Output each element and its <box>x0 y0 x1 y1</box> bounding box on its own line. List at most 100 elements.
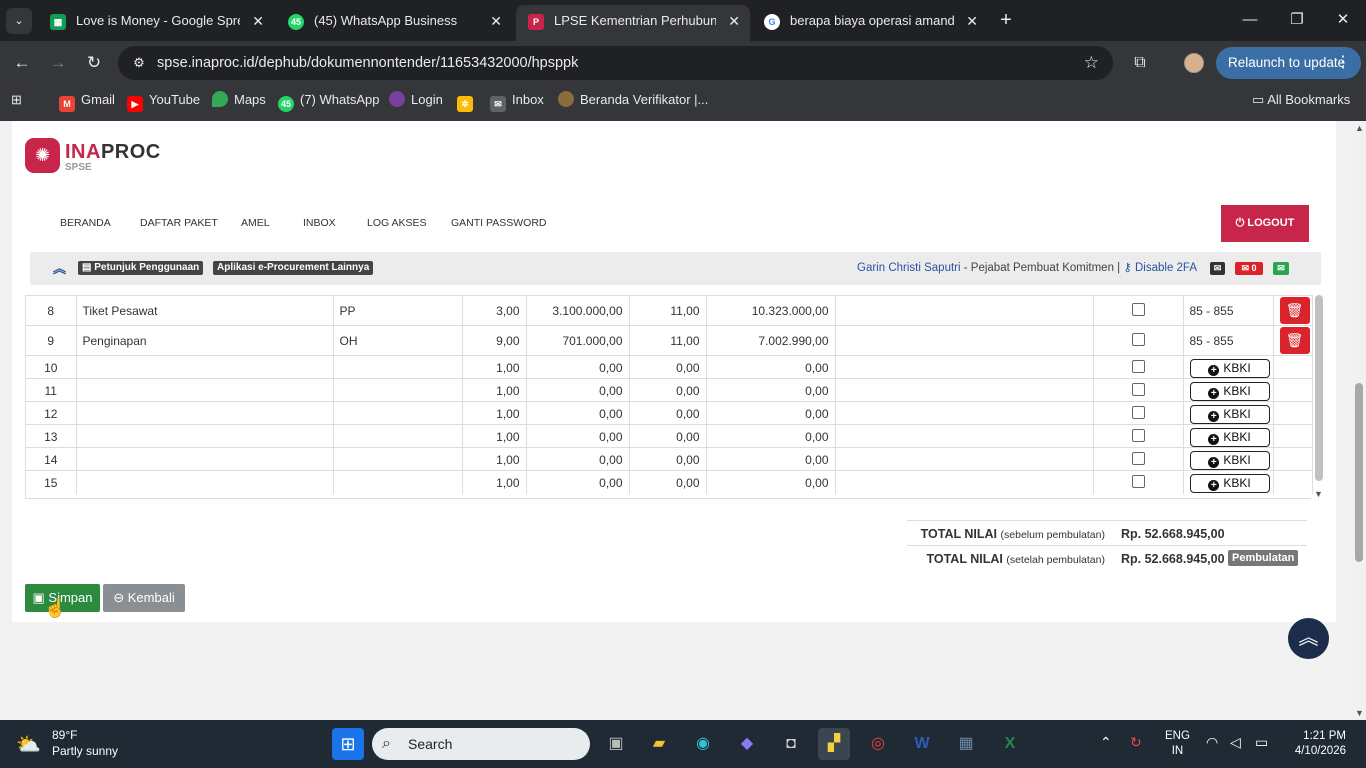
restore-button[interactable]: ❐ <box>1283 8 1311 32</box>
row-checkbox[interactable] <box>1131 360 1145 373</box>
language-indicator[interactable]: ENG IN <box>1165 729 1190 759</box>
apps-grid-icon[interactable]: ⊞ <box>11 85 22 115</box>
tax-cell[interactable]: 0,00 <box>629 447 707 471</box>
page-scroll-thumb[interactable] <box>1355 383 1363 562</box>
camera-icon[interactable]: ◘ <box>775 728 807 760</box>
notes-cell[interactable] <box>835 424 1094 448</box>
nav-amel[interactable]: AMEL <box>241 217 270 229</box>
new-tab-button[interactable]: + <box>994 8 1018 32</box>
task-view-icon[interactable]: ▣ <box>600 728 632 760</box>
row-checkbox[interactable] <box>1131 452 1145 465</box>
bookmark-verifikator[interactable]: Beranda Verifikator |... <box>558 85 708 115</box>
tab-lpse[interactable]: P LPSE Kementrian Perhubungan ✕ <box>516 5 750 41</box>
tax-cell[interactable]: 0,00 <box>629 401 707 425</box>
kbki-button[interactable]: + KBKI <box>1189 474 1270 493</box>
bookmark-inbox[interactable]: ✉ Inbox <box>490 85 544 115</box>
inaproc-logo[interactable]: ✺ INAPROC SPSE <box>25 138 165 178</box>
profile-avatar[interactable] <box>1184 53 1204 73</box>
message-icon[interactable]: ✉ <box>1273 262 1289 275</box>
nav-ganti-password[interactable]: GANTI PASSWORD <box>451 217 546 229</box>
tab-google-search[interactable]: G berapa biaya operasi amandel - ✕ <box>752 5 988 41</box>
volume-cell[interactable]: 1,00 <box>462 401 527 425</box>
notes-cell[interactable] <box>835 378 1094 402</box>
minimize-button[interactable]: — <box>1236 8 1264 32</box>
inbox-count-badge[interactable]: ✉ 0 <box>1235 262 1263 275</box>
price-cell[interactable]: 0,00 <box>526 447 630 471</box>
bookmark-login[interactable]: Login <box>389 85 443 115</box>
unit-cell[interactable]: OH <box>333 325 463 356</box>
item-cell[interactable] <box>76 355 334 379</box>
close-tab-icon[interactable]: ✕ <box>728 5 740 37</box>
bookmark-pinwheel[interactable]: ✲ <box>457 85 479 115</box>
petunjuk-penggunaan-link[interactable]: ▤ Petunjuk Penggunaan <box>78 261 204 275</box>
nav-beranda[interactable]: BERANDA <box>60 217 111 229</box>
tax-cell[interactable]: 0,00 <box>629 424 707 448</box>
extensions-icon[interactable]: ⧉ <box>1128 51 1152 75</box>
notes-cell[interactable] <box>835 470 1094 494</box>
reload-button[interactable]: ↻ <box>82 51 106 75</box>
aplikasi-lainnya-link[interactable]: Aplikasi e-Procurement Lainnya <box>213 261 374 275</box>
tax-cell[interactable]: 0,00 <box>629 355 707 379</box>
site-info-icon[interactable]: ⚙ <box>130 54 148 72</box>
volume-icon[interactable]: ◁ <box>1230 734 1241 751</box>
volume-cell[interactable]: 1,00 <box>462 447 527 471</box>
disable-2fa-link[interactable]: Disable 2FA <box>1135 262 1197 274</box>
unit-cell[interactable] <box>333 378 463 402</box>
tax-cell[interactable]: 0,00 <box>629 378 707 402</box>
scroll-down-icon[interactable]: ▼ <box>1355 708 1364 718</box>
bookmark-youtube[interactable]: ▶ YouTube <box>127 85 200 115</box>
chevron-up-icon[interactable]: ⌃ <box>1100 734 1112 751</box>
collapse-up-icon[interactable]: ︽ <box>53 252 66 285</box>
notes-cell[interactable] <box>835 295 1094 326</box>
price-cell[interactable]: 0,00 <box>526 378 630 402</box>
kbki-button[interactable]: + KBKI <box>1189 359 1270 378</box>
trash-icon[interactable]: 🗑 <box>1279 297 1310 324</box>
file-explorer-icon[interactable]: ▰ <box>643 728 675 760</box>
notes-cell[interactable] <box>835 401 1094 425</box>
volume-cell[interactable]: 9,00 <box>462 325 527 356</box>
bookmark-whatsapp[interactable]: 45 (7) WhatsApp <box>278 85 379 115</box>
nav-daftar-paket[interactable]: DAFTAR PAKET <box>140 217 218 229</box>
word-icon[interactable]: W <box>906 728 938 760</box>
close-tab-icon[interactable]: ✕ <box>252 5 264 37</box>
nav-log-akses[interactable]: LOG AKSES <box>367 217 427 229</box>
price-cell[interactable]: 701.000,00 <box>526 325 630 356</box>
envelope-icon[interactable]: ✉ <box>1210 262 1225 275</box>
tax-cell[interactable]: 11,00 <box>629 325 707 356</box>
row-checkbox[interactable] <box>1131 406 1145 419</box>
calculator-icon[interactable]: ▦ <box>950 728 982 760</box>
wifi-icon[interactable]: ◠ <box>1206 734 1218 751</box>
kbki-button[interactable]: + KBKI <box>1189 428 1270 447</box>
row-checkbox[interactable] <box>1131 303 1145 316</box>
notes-cell[interactable] <box>835 325 1094 356</box>
bookmark-gmail[interactable]: M Gmail <box>59 85 115 115</box>
scroll-to-top-button[interactable]: ︽ <box>1288 618 1329 659</box>
sticky-notes-icon[interactable]: ▞ <box>818 728 850 760</box>
address-bar[interactable]: ⚙ spse.inaproc.id/dephub/dokumennontende… <box>118 46 1113 80</box>
update-icon[interactable]: ↻ <box>1130 734 1142 751</box>
tab-whatsapp[interactable]: 45 (45) WhatsApp Business ✕ <box>276 5 512 41</box>
clock[interactable]: 1:21 PM 4/10/2026 <box>1290 729 1346 759</box>
price-cell[interactable]: 0,00 <box>526 470 630 494</box>
volume-cell[interactable]: 3,00 <box>462 295 527 326</box>
pembulatan-button[interactable]: Pembulatan <box>1228 550 1299 566</box>
item-cell[interactable]: Tiket Pesawat <box>76 295 334 326</box>
row-checkbox[interactable] <box>1131 429 1145 442</box>
excel-icon[interactable]: X <box>994 728 1026 760</box>
page-scrollbar[interactable]: ▲ ▼ <box>1352 121 1366 720</box>
tab-google-sheets[interactable]: ▦ Love is Money - Google Spread ✕ <box>38 5 274 41</box>
price-cell[interactable]: 0,00 <box>526 355 630 379</box>
close-tab-icon[interactable]: ✕ <box>966 5 978 37</box>
volume-cell[interactable]: 1,00 <box>462 424 527 448</box>
url-text[interactable]: spse.inaproc.id/dephub/dokumennontender/… <box>157 46 578 80</box>
app-purple-icon[interactable]: ◆ <box>731 728 763 760</box>
unit-cell[interactable] <box>333 447 463 471</box>
kbki-button[interactable]: + KBKI <box>1189 382 1270 401</box>
nav-inbox[interactable]: INBOX <box>303 217 336 229</box>
edge-icon[interactable]: ◉ <box>687 728 719 760</box>
logout-button[interactable]: ⏻ LOGOUT <box>1221 205 1309 242</box>
table-scroll-thumb[interactable] <box>1315 295 1323 481</box>
row-checkbox[interactable] <box>1131 333 1145 346</box>
item-cell[interactable] <box>76 424 334 448</box>
unit-cell[interactable] <box>333 355 463 379</box>
